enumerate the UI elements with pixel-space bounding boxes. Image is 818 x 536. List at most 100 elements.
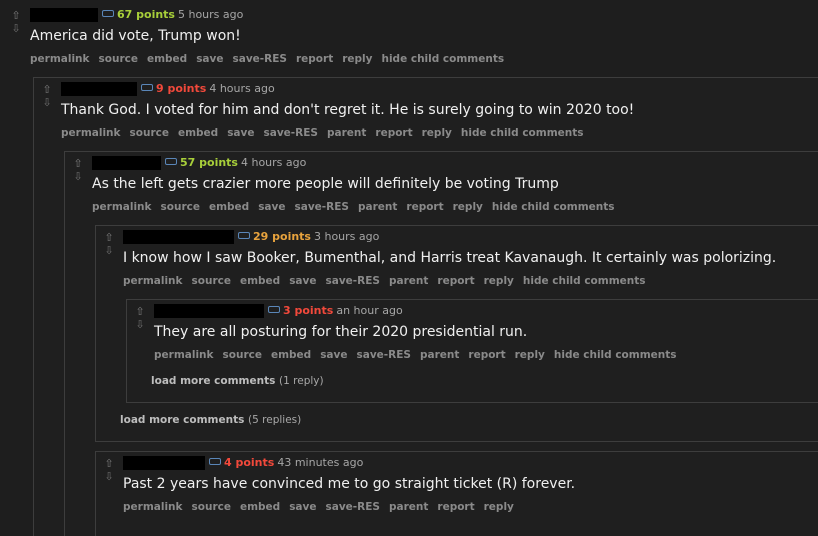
save-link[interactable]: save bbox=[289, 501, 316, 513]
parent-link[interactable]: parent bbox=[389, 501, 428, 513]
hide-child-comments-link[interactable]: hide child comments bbox=[492, 201, 615, 213]
score: 9 points bbox=[156, 82, 207, 95]
score: 67 points bbox=[117, 8, 175, 21]
timestamp: 5 hours ago bbox=[177, 8, 244, 21]
comment-tagline: 9 points 4 hours ago bbox=[61, 82, 275, 96]
redacted-username bbox=[30, 8, 98, 22]
user-tag-icon[interactable] bbox=[268, 306, 280, 313]
load-more-comments-link[interactable]: load more comments (1 reply) bbox=[151, 374, 324, 388]
reply-link[interactable]: reply bbox=[484, 501, 514, 513]
timestamp: 43 minutes ago bbox=[277, 456, 364, 469]
hide-child-comments-link[interactable]: hide child comments bbox=[554, 349, 677, 361]
permalink-link[interactable]: permalink bbox=[92, 201, 152, 213]
downvote-arrow-icon[interactable]: ⇩ bbox=[102, 244, 116, 257]
upvote-arrow-icon[interactable]: ⇧ bbox=[102, 231, 116, 244]
permalink-link[interactable]: permalink bbox=[123, 275, 183, 287]
user-tag-icon[interactable] bbox=[141, 84, 153, 91]
score: 57 points bbox=[180, 156, 238, 169]
embed-link[interactable]: embed bbox=[147, 53, 187, 65]
comment-buttons: permalink source embed save save-RES parent re… bbox=[123, 274, 655, 288]
save-link[interactable]: save bbox=[289, 275, 316, 287]
user-tag-icon[interactable] bbox=[102, 10, 114, 17]
permalink-link[interactable]: permalink bbox=[30, 53, 90, 65]
upvote-arrow-icon[interactable]: ⇧ bbox=[9, 9, 23, 22]
report-link[interactable]: report bbox=[296, 53, 333, 65]
load-more-label[interactable]: load more comments bbox=[151, 375, 275, 387]
score: 4 points bbox=[224, 456, 275, 469]
downvote-arrow-icon[interactable]: ⇩ bbox=[9, 22, 23, 35]
save-res-link[interactable]: save-RES bbox=[295, 201, 349, 213]
downvote-arrow-icon[interactable]: ⇩ bbox=[40, 96, 54, 109]
comment-buttons: permalink source embed save save-RES parent re… bbox=[92, 200, 624, 214]
source-link[interactable]: source bbox=[130, 127, 169, 139]
embed-link[interactable]: embed bbox=[209, 201, 249, 213]
permalink-link[interactable]: permalink bbox=[154, 349, 214, 361]
comment-tagline: 67 points 5 hours ago bbox=[30, 8, 243, 22]
reply-link[interactable]: reply bbox=[453, 201, 483, 213]
timestamp: 4 hours ago bbox=[240, 156, 307, 169]
timestamp: an hour ago bbox=[336, 304, 403, 317]
comment-buttons: permalink source embed save save-RES parent re… bbox=[154, 348, 686, 362]
source-link[interactable]: source bbox=[223, 349, 262, 361]
upvote-arrow-icon[interactable]: ⇧ bbox=[102, 457, 116, 470]
source-link[interactable]: source bbox=[192, 275, 231, 287]
report-link[interactable]: report bbox=[437, 275, 474, 287]
save-res-link[interactable]: save-RES bbox=[264, 127, 318, 139]
redacted-username bbox=[123, 230, 234, 244]
timestamp: 3 hours ago bbox=[313, 230, 380, 243]
upvote-arrow-icon[interactable]: ⇧ bbox=[40, 83, 54, 96]
save-link[interactable]: save bbox=[258, 201, 285, 213]
vote-arrows: ⇧ ⇩ bbox=[102, 231, 116, 257]
reply-link[interactable]: reply bbox=[484, 275, 514, 287]
source-link[interactable]: source bbox=[161, 201, 200, 213]
load-more-label[interactable]: load more comments bbox=[120, 414, 244, 426]
reply-link[interactable]: reply bbox=[515, 349, 545, 361]
parent-link[interactable]: parent bbox=[420, 349, 459, 361]
save-link[interactable]: save bbox=[196, 53, 223, 65]
embed-link[interactable]: embed bbox=[240, 275, 280, 287]
upvote-arrow-icon[interactable]: ⇧ bbox=[71, 157, 85, 170]
parent-link[interactable]: parent bbox=[327, 127, 366, 139]
comment-body: I know how I saw Booker, Bumenthal, and … bbox=[123, 250, 777, 266]
report-link[interactable]: report bbox=[468, 349, 505, 361]
save-res-link[interactable]: save-RES bbox=[326, 275, 380, 287]
downvote-arrow-icon[interactable]: ⇩ bbox=[102, 470, 116, 483]
report-link[interactable]: report bbox=[375, 127, 412, 139]
downvote-arrow-icon[interactable]: ⇩ bbox=[133, 318, 147, 331]
downvote-arrow-icon[interactable]: ⇩ bbox=[71, 170, 85, 183]
comment-body: America did vote, Trump won! bbox=[30, 28, 241, 44]
permalink-link[interactable]: permalink bbox=[123, 501, 183, 513]
hide-child-comments-link[interactable]: hide child comments bbox=[381, 53, 504, 65]
save-link[interactable]: save bbox=[227, 127, 254, 139]
upvote-arrow-icon[interactable]: ⇧ bbox=[133, 305, 147, 318]
redacted-username bbox=[92, 156, 161, 170]
parent-link[interactable]: parent bbox=[389, 275, 428, 287]
source-link[interactable]: source bbox=[192, 501, 231, 513]
hide-child-comments-link[interactable]: hide child comments bbox=[523, 275, 646, 287]
report-link[interactable]: report bbox=[406, 201, 443, 213]
user-tag-icon[interactable] bbox=[238, 232, 250, 239]
user-tag-icon[interactable] bbox=[165, 158, 177, 165]
parent-link[interactable]: parent bbox=[358, 201, 397, 213]
comment-buttons: permalink source embed save save-RES report re… bbox=[30, 52, 513, 66]
comment-buttons: permalink source embed save save-RES parent re… bbox=[61, 126, 593, 140]
embed-link[interactable]: embed bbox=[178, 127, 218, 139]
user-tag-icon[interactable] bbox=[209, 458, 221, 465]
load-more-count: (1 reply) bbox=[279, 375, 324, 387]
permalink-link[interactable]: permalink bbox=[61, 127, 121, 139]
reply-link[interactable]: reply bbox=[342, 53, 372, 65]
save-link[interactable]: save bbox=[320, 349, 347, 361]
reply-link[interactable]: reply bbox=[422, 127, 452, 139]
embed-link[interactable]: embed bbox=[271, 349, 311, 361]
source-link[interactable]: source bbox=[99, 53, 138, 65]
save-res-link[interactable]: save-RES bbox=[233, 53, 287, 65]
vote-arrows: ⇧ ⇩ bbox=[40, 83, 54, 109]
vote-arrows: ⇧ ⇩ bbox=[71, 157, 85, 183]
save-res-link[interactable]: save-RES bbox=[326, 501, 380, 513]
save-res-link[interactable]: save-RES bbox=[357, 349, 411, 361]
report-link[interactable]: report bbox=[437, 501, 474, 513]
load-more-comments-link[interactable]: load more comments (5 replies) bbox=[120, 413, 301, 427]
hide-child-comments-link[interactable]: hide child comments bbox=[461, 127, 584, 139]
embed-link[interactable]: embed bbox=[240, 501, 280, 513]
vote-arrows: ⇧ ⇩ bbox=[9, 9, 23, 35]
